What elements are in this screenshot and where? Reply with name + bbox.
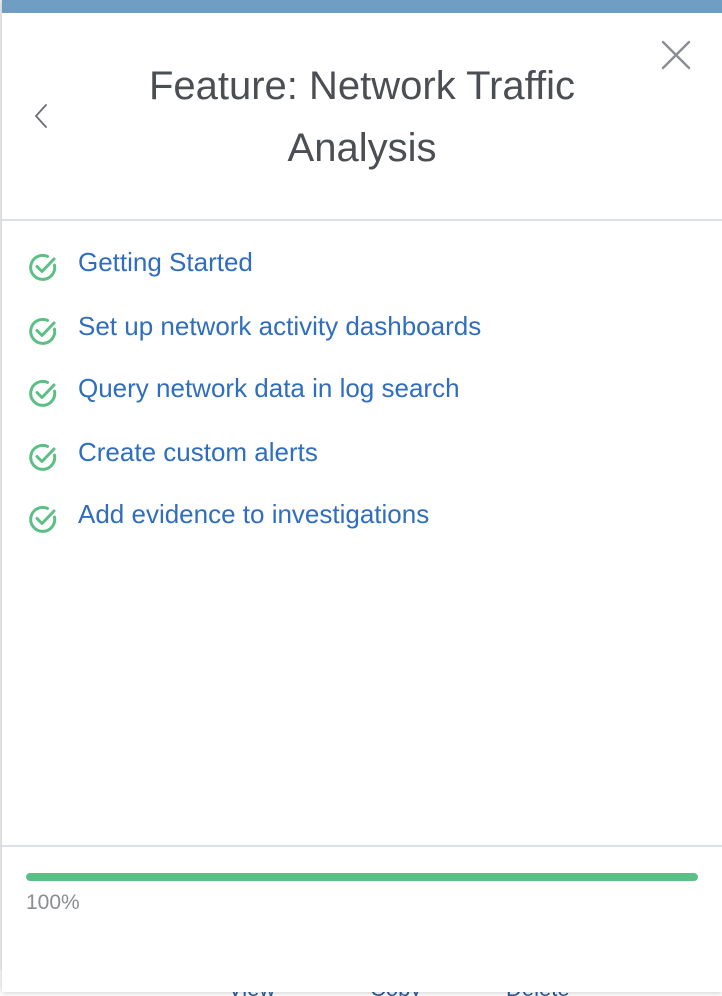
step-label[interactable]: Create custom alerts (78, 437, 318, 468)
progress-footer: 100% (2, 845, 722, 992)
step-create-custom-alerts[interactable]: Create custom alerts (26, 432, 318, 472)
step-label[interactable]: Set up network activity dashboards (78, 311, 481, 342)
check-circle-icon (26, 376, 60, 410)
step-set-up-dashboards[interactable]: Set up network activity dashboards (26, 306, 481, 346)
check-circle-icon (26, 314, 60, 348)
check-circle-icon (26, 502, 60, 536)
back-button[interactable] (26, 101, 56, 135)
panel-accent-bar (2, 0, 722, 13)
chevron-left-icon (34, 103, 48, 134)
feature-checklist-panel: Feature: Network Traffic Analysis Gettin… (2, 0, 722, 992)
step-query-network-data[interactable]: Query network data in log search (26, 368, 460, 408)
page: View Copy Delete Feature: Network Traffi… (0, 0, 722, 996)
check-circle-icon (26, 250, 60, 284)
progress-bar-fill (26, 873, 698, 881)
progress-percent: 100% (26, 891, 80, 914)
step-label[interactable]: Getting Started (78, 247, 253, 278)
step-label[interactable]: Add evidence to investigations (78, 499, 429, 530)
check-circle-icon (26, 440, 60, 474)
step-label[interactable]: Query network data in log search (78, 373, 460, 404)
panel-header: Feature: Network Traffic Analysis (2, 13, 722, 221)
step-getting-started[interactable]: Getting Started (26, 242, 253, 282)
close-button[interactable] (656, 37, 696, 77)
close-icon (660, 39, 692, 76)
step-add-evidence[interactable]: Add evidence to investigations (26, 494, 429, 534)
progress-bar (26, 873, 698, 881)
panel-title: Feature: Network Traffic Analysis (148, 64, 576, 170)
